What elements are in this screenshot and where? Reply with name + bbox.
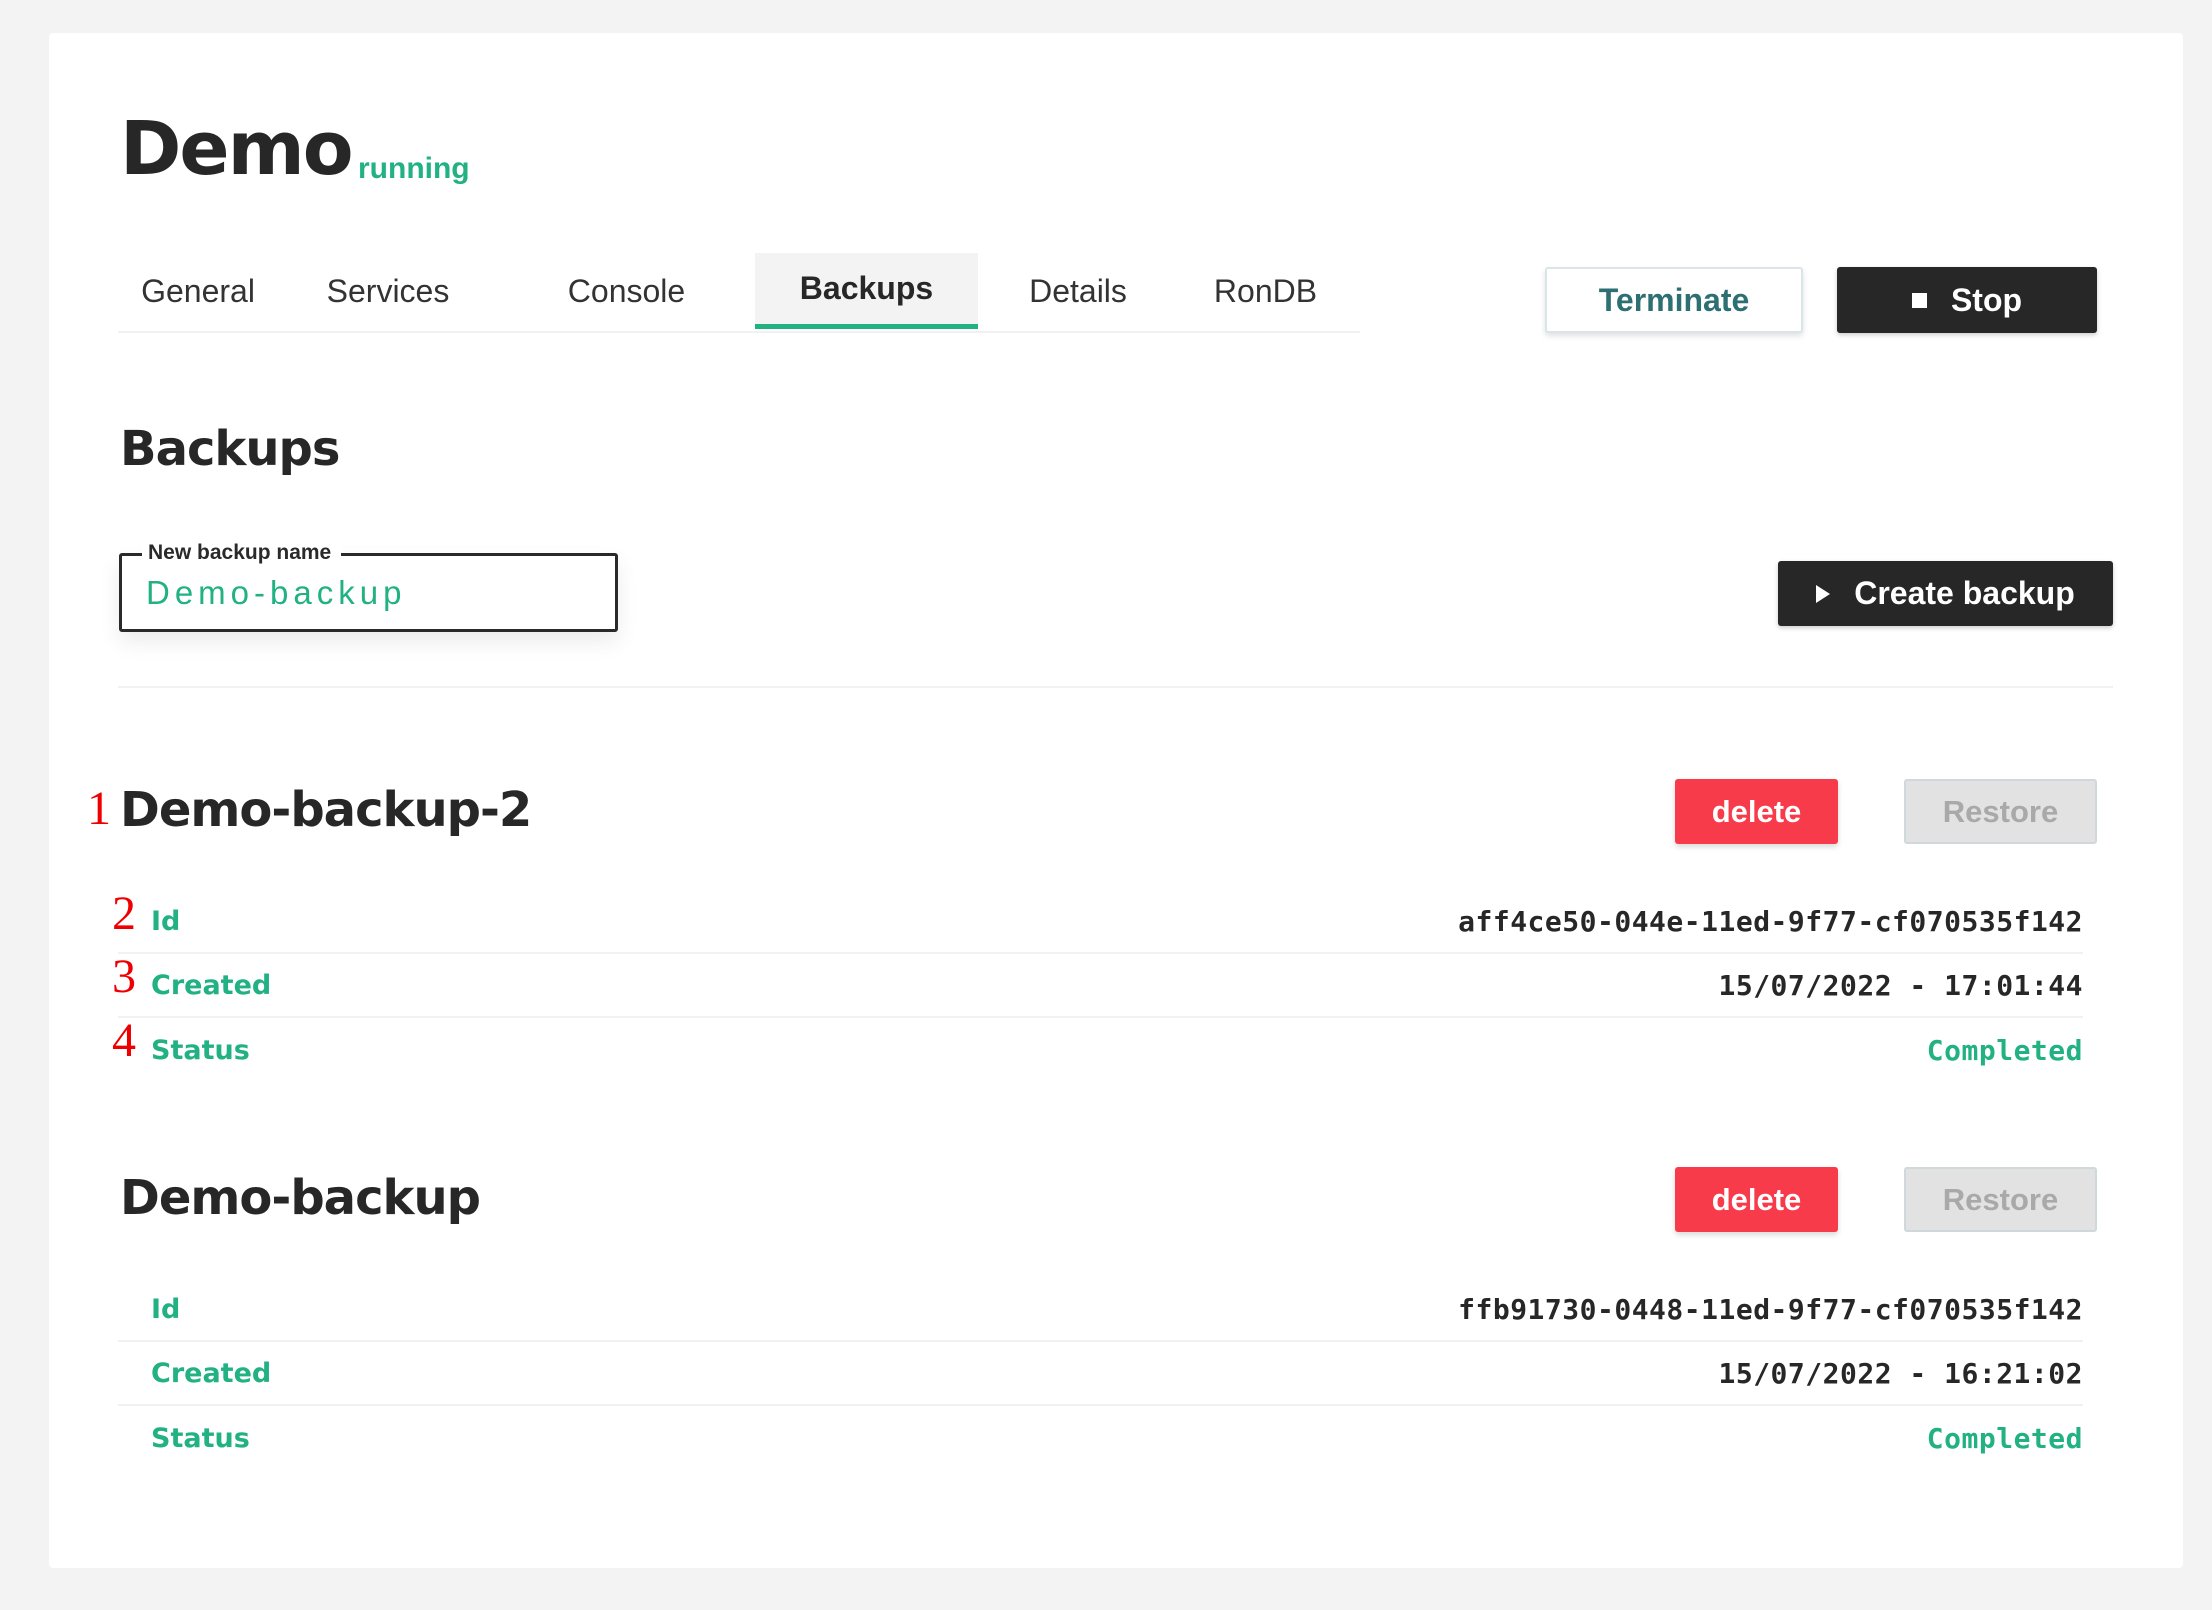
tab-general[interactable]: General <box>118 253 278 329</box>
new-backup-name-field: New backup name <box>119 541 618 632</box>
tab-details[interactable]: Details <box>978 253 1178 329</box>
stop-square-icon <box>1911 292 1927 308</box>
detail-row-status: Status Completed <box>118 1406 2083 1470</box>
backup-name: Demo-backup-2 <box>120 782 532 838</box>
row-value-status: Completed <box>1926 1033 2083 1067</box>
status-badge: running <box>358 152 470 185</box>
row-key: Created <box>151 969 272 1001</box>
delete-backup-button[interactable]: delete <box>1675 1167 1838 1232</box>
row-key: Status <box>151 1034 250 1066</box>
section-title: Backups <box>120 421 340 477</box>
detail-row-created: Created 15/07/2022 - 17:01:44 <box>118 954 2083 1018</box>
create-backup-button[interactable]: Create backup <box>1778 561 2113 626</box>
section-divider <box>118 686 2113 688</box>
new-backup-name-label: New backup name <box>142 541 342 565</box>
play-triangle-icon <box>1816 584 1831 603</box>
detail-row-status: Status Completed <box>118 1018 2083 1082</box>
row-value: 15/07/2022 - 17:01:44 <box>1718 968 2083 1002</box>
restore-backup-button[interactable]: Restore <box>1904 779 2097 844</box>
tab-rondb[interactable]: RonDB <box>1178 253 1353 329</box>
terminate-label: Terminate <box>1598 281 1750 318</box>
row-key: Id <box>151 905 181 937</box>
terminate-button[interactable]: Terminate <box>1545 267 1803 333</box>
detail-row-id: Id ffb91730-0448-11ed-9f77-cf070535f142 <box>118 1278 2083 1342</box>
page-title: Demo <box>120 106 354 192</box>
restore-backup-button[interactable]: Restore <box>1904 1167 2097 1232</box>
row-value: 15/07/2022 - 16:21:02 <box>1718 1356 2083 1390</box>
stop-button[interactable]: Stop <box>1837 267 2097 333</box>
tab-bar: General Services Console Backups Details… <box>118 253 1360 333</box>
row-value: aff4ce50-044e-11ed-9f77-cf070535f142 <box>1458 904 2083 938</box>
new-backup-name-input[interactable] <box>146 574 586 612</box>
detail-row-id: Id aff4ce50-044e-11ed-9f77-cf070535f142 <box>118 890 2083 954</box>
detail-row-created: Created 15/07/2022 - 16:21:02 <box>118 1342 2083 1406</box>
annotation-marker: 1 <box>87 782 111 835</box>
tab-services[interactable]: Services <box>278 253 498 329</box>
tab-console[interactable]: Console <box>498 253 755 329</box>
row-value: ffb91730-0448-11ed-9f77-cf070535f142 <box>1458 1292 2083 1326</box>
row-key: Status <box>151 1422 250 1454</box>
delete-backup-button[interactable]: delete <box>1675 779 1838 844</box>
create-backup-label: Create backup <box>1854 575 2075 611</box>
row-key: Id <box>151 1293 181 1325</box>
backup-name: Demo-backup <box>120 1170 481 1226</box>
row-key: Created <box>151 1357 272 1389</box>
stop-label: Stop <box>1950 281 2023 318</box>
row-value-status: Completed <box>1926 1421 2083 1455</box>
tab-backups[interactable]: Backups <box>755 253 978 329</box>
